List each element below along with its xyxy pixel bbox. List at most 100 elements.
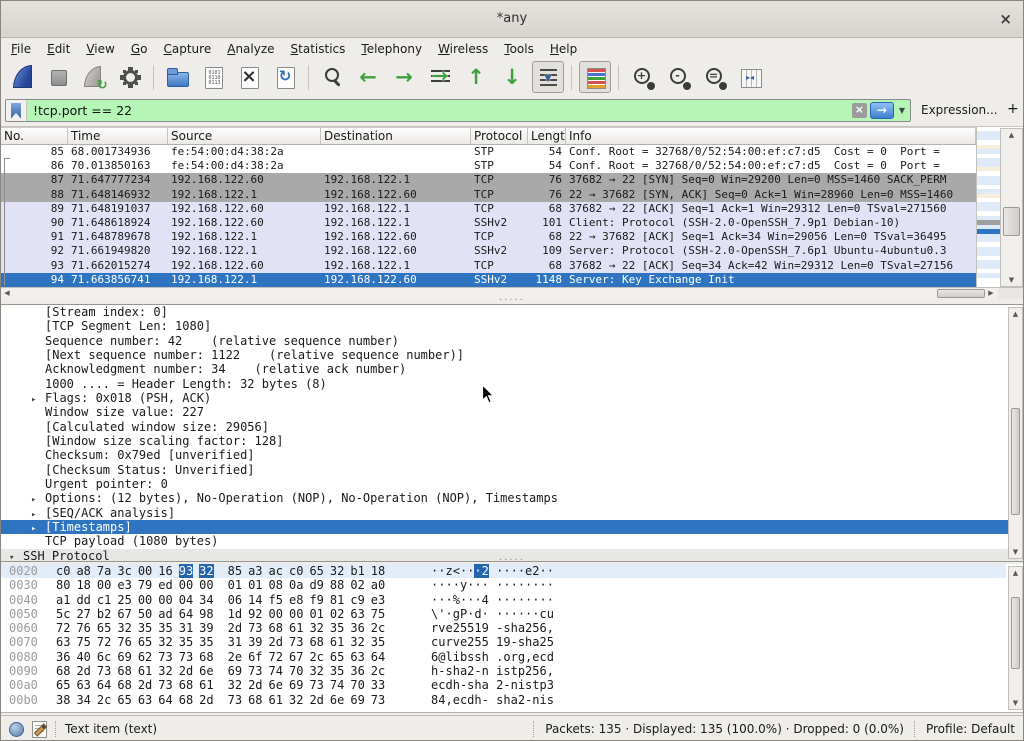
- menu-wireless[interactable]: Wireless: [430, 40, 496, 58]
- add-filter-button[interactable]: +: [1007, 101, 1019, 117]
- hex-ascii[interactable]: rve25519 -sha256,: [431, 621, 554, 635]
- filter-clear-button[interactable]: ×: [852, 103, 867, 118]
- previous-packet-button[interactable]: [352, 61, 384, 93]
- detail-line[interactable]: [TCP Segment Len: 1080]: [1, 319, 1023, 333]
- detail-line[interactable]: Checksum: 0x79ed [unverified]: [1, 448, 1023, 462]
- stop-capture-button[interactable]: [42, 61, 74, 93]
- hex-row-0020[interactable]: 0020c0a87a3c0016933285a3acc06532b118··z<…: [1, 564, 1006, 578]
- hex-bytes[interactable]: 72766532353531392d7368613235362c: [56, 621, 391, 635]
- scrollbar-thumb[interactable]: [1011, 408, 1020, 515]
- packet-row-85[interactable]: 8568.001734936fe:54:00:d4:38:2aSTP54Conf…: [1, 145, 976, 159]
- packet-row-91[interactable]: 9171.648789678192.168.122.1192.168.122.6…: [1, 230, 976, 244]
- capture-options-button[interactable]: [114, 61, 146, 93]
- zoom-original-button[interactable]: [698, 61, 730, 93]
- expert-info-icon[interactable]: [9, 722, 24, 737]
- hex-ascii[interactable]: ···%···4 ········: [431, 593, 554, 607]
- display-filter-box[interactable]: × → ▼: [5, 99, 911, 122]
- hex-ascii[interactable]: \'·gP·d· ······cu: [431, 607, 554, 621]
- hex-row-0060[interactable]: 006072766532353531392d7368613235362crve2…: [1, 621, 1006, 635]
- hex-bytes[interactable]: 637572766532353531392d7368613235: [56, 635, 391, 649]
- column-header-info[interactable]: Info: [566, 128, 976, 144]
- detail-line[interactable]: [Stream index: 0]: [1, 305, 1023, 319]
- scroll-up-icon[interactable]: ▲: [1001, 129, 1022, 141]
- detail-line[interactable]: [Window size scaling factor: 128]: [1, 434, 1023, 448]
- hex-row-0040[interactable]: 0040a1ddc125000004340614f5e8f981c9e3···%…: [1, 593, 1006, 607]
- packet-row-88[interactable]: 8871.648146932192.168.122.1192.168.122.6…: [1, 188, 976, 202]
- scroll-down-icon[interactable]: ▼: [1009, 697, 1022, 709]
- expand-arrow-icon[interactable]: ▸: [31, 508, 45, 520]
- display-filter-input[interactable]: [27, 103, 852, 118]
- hex-bytes[interactable]: 38342c656364682d736861322d6e6973: [56, 693, 391, 707]
- bytes-vertical-scrollbar[interactable]: ▲ ▼: [1008, 566, 1023, 710]
- hex-bytes[interactable]: a1ddc125000004340614f5e8f981c9e3: [56, 593, 391, 607]
- hex-row-00a0[interactable]: 00a0656364682d736861322d6e6973747033ecdh…: [1, 678, 1006, 692]
- scroll-up-icon[interactable]: ▲: [1009, 308, 1022, 320]
- hex-bytes[interactable]: c0a87a3c0016933285a3acc06532b118: [56, 564, 391, 578]
- hex-bytes[interactable]: 682d736861322d6e697374703235362c: [56, 664, 391, 678]
- zoom-out-button[interactable]: [662, 61, 694, 93]
- hex-row-0090[interactable]: 0090682d736861322d6e697374703235362ch-sh…: [1, 664, 1006, 678]
- expand-arrow-icon[interactable]: ▸: [31, 493, 45, 505]
- scroll-down-icon[interactable]: ▼: [1009, 546, 1022, 558]
- column-header-source[interactable]: Source: [168, 128, 321, 144]
- menu-view[interactable]: View: [78, 40, 122, 58]
- hex-ascii[interactable]: 84,ecdh- sha2-nis: [431, 693, 554, 707]
- expand-arrow-icon[interactable]: ▸: [31, 522, 45, 534]
- start-capture-button[interactable]: [6, 61, 38, 93]
- pane-splitter-handle[interactable]: ·····: [1, 558, 1023, 564]
- hex-ascii[interactable]: 6@libssh .org,ecd: [431, 650, 554, 664]
- detail-line[interactable]: [Calculated window size: 29056]: [1, 420, 1023, 434]
- open-file-button[interactable]: [161, 61, 193, 93]
- last-packet-button[interactable]: [496, 61, 528, 93]
- next-packet-button[interactable]: [388, 61, 420, 93]
- hex-ascii[interactable]: curve255 19-sha25: [431, 635, 554, 649]
- hex-bytes[interactable]: 656364682d736861322d6e6973747033: [56, 678, 391, 692]
- detail-line[interactable]: Urgent pointer: 0: [1, 477, 1023, 491]
- intelligent-scrollbar[interactable]: [976, 127, 1000, 287]
- detail-line[interactable]: [Next sequence number: 1122 (relative se…: [1, 348, 1023, 362]
- filter-dropdown-caret-icon[interactable]: ▼: [894, 106, 910, 115]
- close-file-button[interactable]: [233, 61, 265, 93]
- detail-line[interactable]: Sequence number: 42 (relative sequence n…: [1, 334, 1023, 348]
- hex-ascii[interactable]: ····y··· ········: [431, 578, 554, 592]
- details-vertical-scrollbar[interactable]: ▲ ▼: [1008, 307, 1023, 559]
- filter-apply-button[interactable]: →: [870, 102, 894, 119]
- resize-columns-button[interactable]: [734, 61, 766, 93]
- first-packet-button[interactable]: [460, 61, 492, 93]
- packet-row-93[interactable]: 9371.662015274192.168.122.60192.168.122.…: [1, 259, 976, 273]
- scrollbar-thumb[interactable]: [1003, 207, 1020, 236]
- detail-line[interactable]: Acknowledgment number: 34 (relative ack …: [1, 362, 1023, 376]
- hex-row-0080[interactable]: 008036406c69627373682e6f72672c6563646@li…: [1, 650, 1006, 664]
- capture-comment-icon[interactable]: [32, 721, 47, 738]
- packet-list-vertical-scrollbar[interactable]: ▲ ▼: [1000, 128, 1023, 287]
- menu-go[interactable]: Go: [123, 40, 156, 58]
- scrollbar-thumb[interactable]: [1011, 597, 1020, 669]
- expand-arrow-icon[interactable]: ▸: [31, 393, 45, 405]
- hex-row-00b0[interactable]: 00b038342c656364682d736861322d6e697384,e…: [1, 693, 1006, 707]
- scroll-down-icon[interactable]: ▼: [1001, 274, 1022, 286]
- column-header-no[interactable]: No.: [1, 128, 68, 144]
- menu-file[interactable]: File: [3, 40, 39, 58]
- hex-ascii[interactable]: h-sha2-n istp256,: [431, 664, 554, 678]
- detail-line[interactable]: ▸Options: (12 bytes), No-Operation (NOP)…: [1, 491, 1023, 505]
- detail-line[interactable]: [Checksum Status: Unverified]: [1, 463, 1023, 477]
- column-header-destination[interactable]: Destination: [321, 128, 471, 144]
- reload-file-button[interactable]: [269, 61, 301, 93]
- column-header-protocol[interactable]: Protocol: [471, 128, 528, 144]
- packet-row-89[interactable]: 8971.648191037192.168.122.60192.168.122.…: [1, 202, 976, 216]
- pane-splitter-handle[interactable]: ·····: [1, 298, 1023, 304]
- restart-capture-button[interactable]: [78, 61, 110, 93]
- packet-row-86[interactable]: 8670.013850163fe:54:00:d4:38:2aSTP54Conf…: [1, 159, 976, 173]
- menu-help[interactable]: Help: [542, 40, 585, 58]
- profile-status[interactable]: Profile: Default: [926, 722, 1015, 736]
- packet-row-92[interactable]: 9271.661949820192.168.122.1192.168.122.6…: [1, 244, 976, 258]
- detail-line[interactable]: ▸[Timestamps]: [1, 520, 1023, 534]
- colorize-packets-button[interactable]: [579, 61, 611, 93]
- detail-line[interactable]: 1000 .... = Header Length: 32 bytes (8): [1, 377, 1023, 391]
- menu-tools[interactable]: Tools: [496, 40, 542, 58]
- menu-telephony[interactable]: Telephony: [353, 40, 430, 58]
- expression-button[interactable]: Expression...: [921, 103, 998, 117]
- menu-edit[interactable]: Edit: [39, 40, 78, 58]
- packet-row-94[interactable]: 9471.663856741192.168.122.1192.168.122.6…: [1, 273, 976, 287]
- hex-ascii[interactable]: ecdh-sha 2-nistp3: [431, 678, 554, 692]
